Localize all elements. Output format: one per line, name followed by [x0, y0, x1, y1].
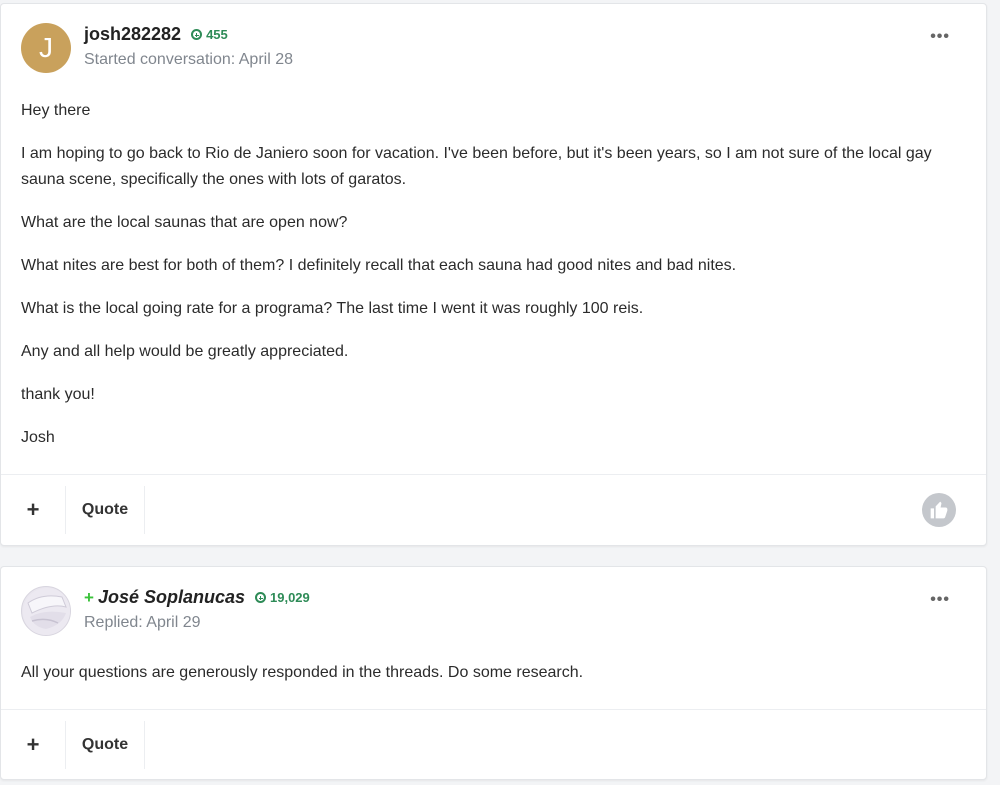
post-footer: + Quote	[1, 709, 986, 779]
post-date: Replied: April 29	[84, 614, 201, 631]
post-header: J josh282282 455 Started conversation: A…	[1, 4, 986, 88]
paragraph: All your questions are generously respon…	[21, 664, 584, 681]
post-body: Hey there I am hoping to go back to Rio …	[1, 98, 964, 468]
post-card: J josh282282 455 Started conversation: A…	[0, 3, 987, 546]
post-footer: + Quote	[1, 474, 986, 545]
paragraph: What are the local saunas that are open …	[21, 214, 348, 231]
paragraph: Hey there	[21, 102, 91, 119]
reputation-badge: 455	[191, 27, 228, 42]
ellipsis-icon[interactable]: •••	[930, 28, 950, 46]
quote-button[interactable]: Quote	[66, 721, 145, 769]
post-card: + José Soplanucas 19,029 Replied: April …	[0, 566, 987, 780]
multiquote-button[interactable]: +	[1, 721, 66, 769]
reputation-plus-icon	[191, 29, 203, 40]
avatar[interactable]	[21, 586, 71, 636]
paragraph: thank you!	[21, 386, 95, 403]
paragraph: I am hoping to go back to Rio de Janiero…	[21, 145, 932, 188]
quote-button[interactable]: Quote	[66, 486, 145, 534]
reputation-plus-icon	[255, 592, 266, 603]
reputation-count: 455	[206, 27, 228, 42]
paragraph: What nites are best for both of them? I …	[21, 257, 737, 274]
author-line: + José Soplanucas 19,029	[84, 587, 310, 608]
thumbs-up-icon[interactable]	[922, 493, 956, 527]
avatar[interactable]: J	[21, 23, 71, 73]
multiquote-button[interactable]: +	[1, 486, 66, 534]
post-body: All your questions are generously respon…	[1, 660, 964, 703]
paragraph: Josh	[21, 429, 55, 446]
paragraph: Any and all help would be greatly apprec…	[21, 343, 349, 360]
author-name[interactable]: José Soplanucas	[98, 587, 245, 608]
author-name[interactable]: josh282282	[84, 24, 181, 45]
ellipsis-icon[interactable]: •••	[930, 591, 950, 609]
post-date: Started conversation: April 28	[84, 51, 294, 68]
reputation-count: 19,029	[270, 590, 310, 605]
paragraph: What is the local going rate for a progr…	[21, 300, 644, 317]
post-header: + José Soplanucas 19,029 Replied: April …	[1, 567, 986, 651]
reputation-badge: 19,029	[255, 590, 310, 605]
author-line: josh282282 455	[84, 24, 228, 45]
plus-badge: +	[84, 587, 94, 607]
